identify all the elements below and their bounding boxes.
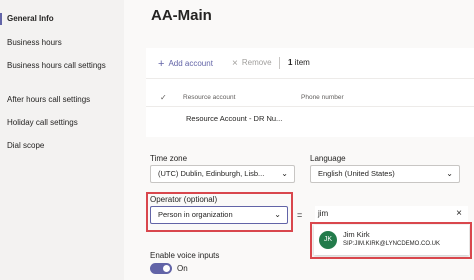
time-zone-value: (UTC) Dublin, Edinburgh, Lisb... <box>158 169 265 178</box>
remove-label: Remove <box>241 58 272 67</box>
operator-dropdown[interactable]: Person in organization ⌄ <box>150 206 288 224</box>
table-row-resource-account[interactable]: Resource Account - DR Nu... <box>186 114 282 123</box>
toggle-knob <box>163 265 170 272</box>
person-search-value: jim <box>318 209 329 218</box>
close-icon: × <box>232 58 238 69</box>
time-zone-label: Time zone <box>150 154 188 163</box>
sidebar: General Info Business hours Business hou… <box>0 0 123 280</box>
sidebar-item-after-hours-call-settings[interactable]: After hours call settings <box>7 94 119 106</box>
resource-accounts-card: + Add account × Remove 1 item ✓ Resource a… <box>146 48 474 137</box>
select-all-checkmark-icon[interactable]: ✓ <box>160 93 167 102</box>
voice-inputs-toggle[interactable] <box>150 263 172 274</box>
chevron-down-icon: ⌄ <box>274 210 281 219</box>
accounts-toolbar: + Add account × Remove 1 item <box>146 48 474 79</box>
time-zone-dropdown[interactable]: (UTC) Dublin, Edinburgh, Lisb... ⌄ <box>150 165 295 183</box>
table-divider <box>146 106 474 107</box>
remove-button[interactable]: × Remove <box>232 58 272 69</box>
sidebar-item-holiday-call-settings[interactable]: Holiday call settings <box>7 117 119 129</box>
item-count-number: 1 <box>288 58 293 67</box>
sidebar-item-dial-scope[interactable]: Dial scope <box>7 140 119 152</box>
toolbar-divider <box>279 57 280 69</box>
suggestion-highlight-box <box>310 222 472 259</box>
item-count: 1 item <box>288 58 310 67</box>
language-label: Language <box>310 154 346 163</box>
add-account-label: Add account <box>168 59 213 68</box>
page-title: AA-Main <box>151 7 212 24</box>
operator-value: Person in organization <box>158 210 233 219</box>
plus-icon: + <box>158 58 165 70</box>
person-search-input[interactable]: jim × <box>315 206 468 223</box>
main-panel: AA-Main + Add account × Remove 1 item ✓ Re… <box>124 0 474 280</box>
clear-icon[interactable]: × <box>456 206 462 222</box>
item-count-suffix: item <box>294 58 310 67</box>
voice-inputs-state: On <box>177 264 188 273</box>
voice-inputs-label: Enable voice inputs <box>150 251 220 260</box>
chevron-down-icon: ⌄ <box>446 169 453 178</box>
add-account-button[interactable]: + Add account <box>158 58 213 70</box>
column-header-phone-number[interactable]: Phone number <box>301 94 344 101</box>
equals-sign: = <box>297 210 303 220</box>
operator-label: Operator (optional) <box>150 195 218 204</box>
chevron-down-icon: ⌄ <box>281 169 288 178</box>
language-dropdown[interactable]: English (United States) ⌄ <box>310 165 460 183</box>
sidebar-item-business-hours-call-settings[interactable]: Business hours call settings <box>7 60 119 72</box>
sidebar-active-indicator <box>0 13 2 25</box>
sidebar-item-general-info[interactable]: General Info <box>7 13 119 25</box>
sidebar-item-business-hours[interactable]: Business hours <box>7 37 119 49</box>
language-value: English (United States) <box>318 169 395 178</box>
column-header-resource-account[interactable]: Resource account <box>183 94 235 101</box>
